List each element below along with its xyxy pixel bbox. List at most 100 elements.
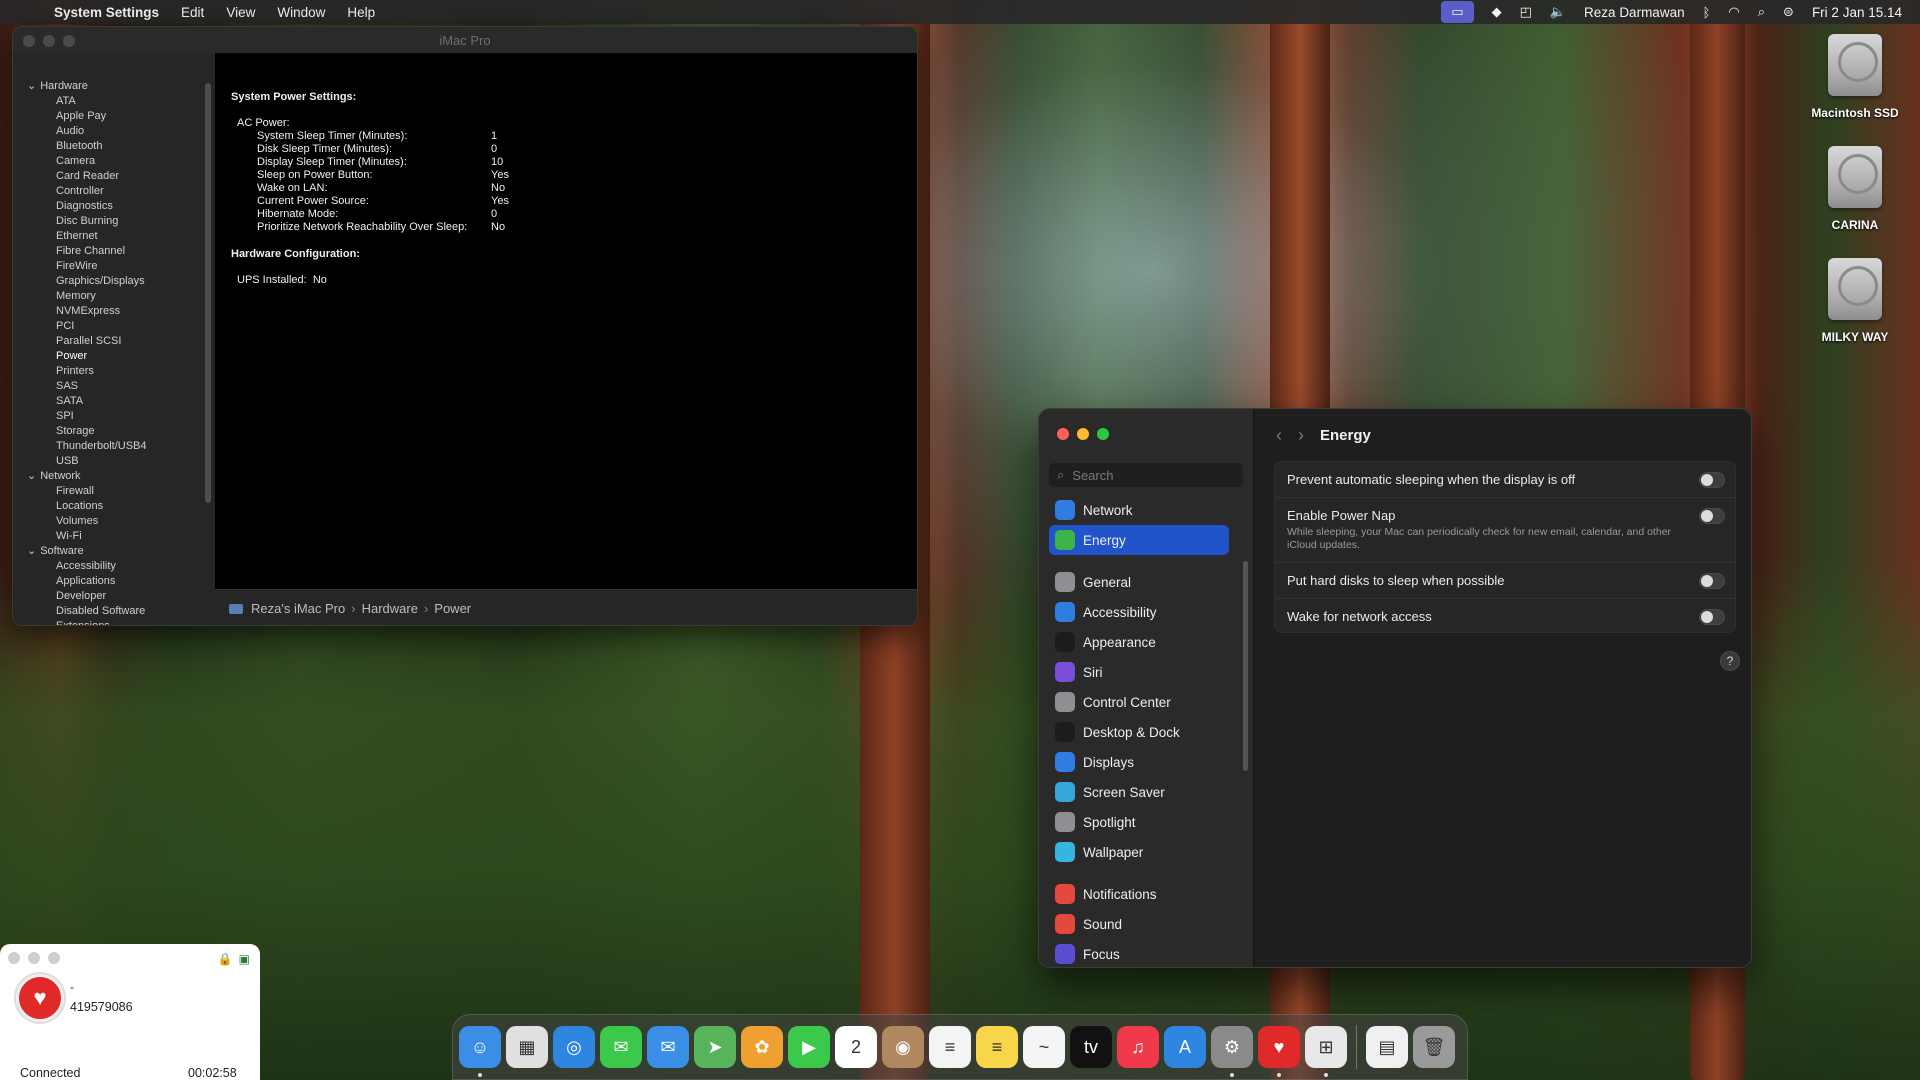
desktop-volume-carina[interactable]: CARINA — [1800, 146, 1910, 232]
tree-item-apple-pay[interactable]: Apple Pay — [13, 109, 215, 124]
tree-item-thunderbolt-usb4[interactable]: Thunderbolt/USB4 — [13, 439, 215, 454]
menu-window[interactable]: Window — [277, 5, 325, 20]
sidebar-item-appearance[interactable]: Appearance — [1049, 627, 1243, 657]
tree-item-disc-burning[interactable]: Disc Burning — [13, 214, 215, 229]
documents-stack-icon[interactable]: ▤ — [1366, 1026, 1408, 1068]
sidebar-item-screen-saver[interactable]: Screen Saver — [1049, 777, 1243, 807]
tree-item-parallel-scsi[interactable]: Parallel SCSI — [13, 334, 215, 349]
tree-item-controller[interactable]: Controller — [13, 184, 215, 199]
safari-icon[interactable]: ◎ — [553, 1026, 595, 1068]
tree-item-sas[interactable]: SAS — [13, 379, 215, 394]
notes-icon[interactable]: ≡ — [976, 1026, 1018, 1068]
zoom-button[interactable] — [1097, 428, 1109, 440]
bluetooth-icon[interactable]: ᛒ — [1703, 5, 1711, 20]
sidebar-item-sound[interactable]: Sound — [1049, 909, 1243, 939]
launchpad-icon[interactable]: ▦ — [506, 1026, 548, 1068]
activity-monitor-icon[interactable]: ◰ — [1520, 4, 1532, 20]
tree-item-memory[interactable]: Memory — [13, 289, 215, 304]
menu-edit[interactable]: Edit — [181, 5, 204, 20]
tree-item-extensions[interactable]: Extensions — [13, 619, 215, 625]
sidebar-item-notifications[interactable]: Notifications — [1049, 879, 1243, 909]
sidebar-item-energy[interactable]: Energy — [1049, 525, 1229, 555]
zoom-button[interactable] — [48, 952, 60, 964]
apple-tv-icon[interactable]: tv — [1070, 1026, 1112, 1068]
tree-item-bluetooth[interactable]: Bluetooth — [13, 139, 215, 154]
minimize-button[interactable] — [43, 35, 55, 47]
tree-item-fibre-channel[interactable]: Fibre Channel — [13, 244, 215, 259]
control-center-icon[interactable]: ⊜ — [1783, 4, 1794, 20]
tree-item-firewall[interactable]: Firewall — [13, 484, 215, 499]
finder-icon[interactable]: ☺ — [459, 1026, 501, 1077]
path-computer[interactable]: Reza's iMac Pro — [251, 601, 345, 616]
tree-item-applications[interactable]: Applications — [13, 574, 215, 589]
help-button[interactable]: ? — [1720, 651, 1740, 671]
sidebar-item-network[interactable]: Network — [1049, 495, 1243, 525]
option-toggle[interactable] — [1699, 472, 1725, 488]
tree-item-accessibility[interactable]: Accessibility — [13, 559, 215, 574]
tree-item-camera[interactable]: Camera — [13, 154, 215, 169]
tree-item-wi-fi[interactable]: Wi-Fi — [13, 529, 215, 544]
tree-group-network[interactable]: Network — [13, 469, 215, 484]
facetime-icon[interactable]: ▶ — [788, 1026, 830, 1068]
system-settings-icon[interactable]: ⚙ — [1211, 1026, 1253, 1077]
tree-item-printers[interactable]: Printers — [13, 364, 215, 379]
tree-item-power[interactable]: Power — [13, 349, 215, 364]
tree-item-developer[interactable]: Developer — [13, 589, 215, 604]
photos-icon[interactable]: ✿ — [741, 1026, 783, 1068]
app-store-icon[interactable]: A — [1164, 1026, 1206, 1068]
spotlight-icon[interactable]: ⌕ — [1758, 4, 1765, 20]
tree-group-software[interactable]: Software — [13, 544, 215, 559]
voip-app-icon[interactable]: ♥ — [1258, 1026, 1300, 1077]
tree-item-diagnostics[interactable]: Diagnostics — [13, 199, 215, 214]
tree-item-disabled-software[interactable]: Disabled Software — [13, 604, 215, 619]
sidebar-item-displays[interactable]: Displays — [1049, 747, 1243, 777]
tailscale-icon[interactable]: ◆ — [1492, 4, 1502, 20]
sidebar-item-siri[interactable]: Siri — [1049, 657, 1243, 687]
tree-item-ata[interactable]: ATA — [13, 94, 215, 109]
tree-item-firewire[interactable]: FireWire — [13, 259, 215, 274]
screen-mirroring-icon[interactable]: ▭ — [1441, 1, 1474, 23]
sidebar-item-accessibility[interactable]: Accessibility — [1049, 597, 1243, 627]
tree-item-nvmexpress[interactable]: NVMExpress — [13, 304, 215, 319]
desktop-volume-milky-way[interactable]: MILKY WAY — [1800, 258, 1910, 344]
freeform-icon[interactable]: ~ — [1023, 1026, 1065, 1068]
tree-item-spi[interactable]: SPI — [13, 409, 215, 424]
close-button[interactable] — [1057, 428, 1069, 440]
sidebar-item-focus[interactable]: Focus — [1049, 939, 1243, 967]
close-button[interactable] — [23, 35, 35, 47]
sidebar-scrollbar[interactable] — [205, 83, 211, 503]
close-button[interactable] — [8, 952, 20, 964]
music-icon[interactable]: ♫ — [1117, 1026, 1159, 1068]
minimize-button[interactable] — [1077, 428, 1089, 440]
trash-icon[interactable]: 🗑 — [1413, 1026, 1455, 1068]
sidebar-item-desktop-dock[interactable]: Desktop & Dock — [1049, 717, 1243, 747]
menu-view[interactable]: View — [226, 5, 255, 20]
sidebar-item-general[interactable]: General — [1049, 567, 1243, 597]
path-power[interactable]: Power — [434, 601, 471, 616]
option-toggle[interactable] — [1699, 609, 1725, 625]
tree-item-sata[interactable]: SATA — [13, 394, 215, 409]
maps-icon[interactable]: ➤ — [694, 1026, 736, 1068]
tree-item-audio[interactable]: Audio — [13, 124, 215, 139]
mail-icon[interactable]: ✉ — [647, 1026, 689, 1068]
tree-item-storage[interactable]: Storage — [13, 424, 215, 439]
forward-button[interactable]: › — [1298, 425, 1304, 446]
tree-item-usb[interactable]: USB — [13, 454, 215, 469]
wifi-icon[interactable]: ◠ — [1728, 4, 1739, 20]
tree-item-locations[interactable]: Locations — [13, 499, 215, 514]
back-button[interactable]: ‹ — [1276, 425, 1282, 446]
contacts-icon[interactable]: ◉ — [882, 1026, 924, 1068]
calendar-icon[interactable]: 2 — [835, 1026, 877, 1068]
sidebar-item-wallpaper[interactable]: Wallpaper — [1049, 837, 1243, 867]
sysinfo-titlebar[interactable]: iMac Pro — [13, 27, 917, 53]
sidebar-scrollbar[interactable] — [1243, 561, 1248, 771]
option-toggle[interactable] — [1699, 508, 1725, 524]
tree-item-volumes[interactable]: Volumes — [13, 514, 215, 529]
tree-group-hardware[interactable]: Hardware — [13, 79, 215, 94]
tree-item-card-reader[interactable]: Card Reader — [13, 169, 215, 184]
volume-icon[interactable]: 🔈 — [1550, 4, 1566, 20]
desktop-volume-macintosh-ssd[interactable]: Macintosh SSD — [1800, 34, 1910, 120]
option-toggle[interactable] — [1699, 573, 1725, 589]
zoom-button[interactable] — [63, 35, 75, 47]
minimize-button[interactable] — [28, 952, 40, 964]
